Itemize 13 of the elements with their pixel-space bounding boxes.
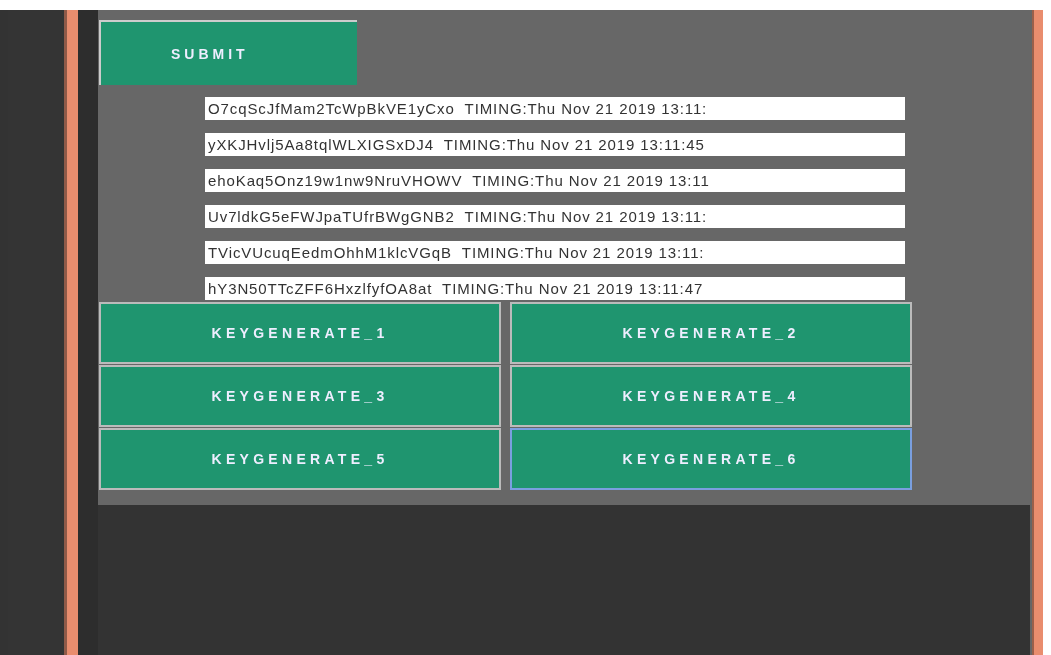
key-entry: hY3N50TTcZFF6HxzlfyfOA8at TIMING:Thu Nov 21 2019 13:11:47 bbox=[205, 277, 905, 300]
submit-button[interactable]: SUBMIT bbox=[99, 20, 357, 85]
keygenerate-button[interactable]: KEYGENERATE_5 bbox=[99, 428, 501, 490]
keygenerate-button[interactable]: KEYGENERATE_6 bbox=[510, 428, 912, 490]
keygenerate-button[interactable]: KEYGENERATE_2 bbox=[510, 302, 912, 364]
key-entry: Uv7ldkG5eFWJpaTUfrBWgGNB2 TIMING:Thu Nov 21 2019 13:11: bbox=[205, 205, 905, 228]
key-entry: yXKJHvlj5Aa8tqlWLXIGSxDJ4 TIMING:Thu Nov 21 2019 13:11:45 bbox=[205, 133, 905, 156]
keygenerate-button[interactable]: KEYGENERATE_3 bbox=[99, 365, 501, 427]
keygenerate-button[interactable]: KEYGENERATE_1 bbox=[99, 302, 501, 364]
key-entry: TVicVUcuqEedmOhhM1klcVGqB TIMING:Thu Nov 21 2019 13:11: bbox=[205, 241, 905, 264]
keygenerate-button[interactable]: KEYGENERATE_4 bbox=[510, 365, 912, 427]
key-entry: O7cqScJfMam2TcWpBkVE1yCxo TIMING:Thu Nov 21 2019 13:11: bbox=[205, 97, 905, 120]
key-entry: ehoKaq5Onz19w1nw9NruVHOWV TIMING:Thu Nov 21 2019 13:11 bbox=[205, 169, 905, 192]
